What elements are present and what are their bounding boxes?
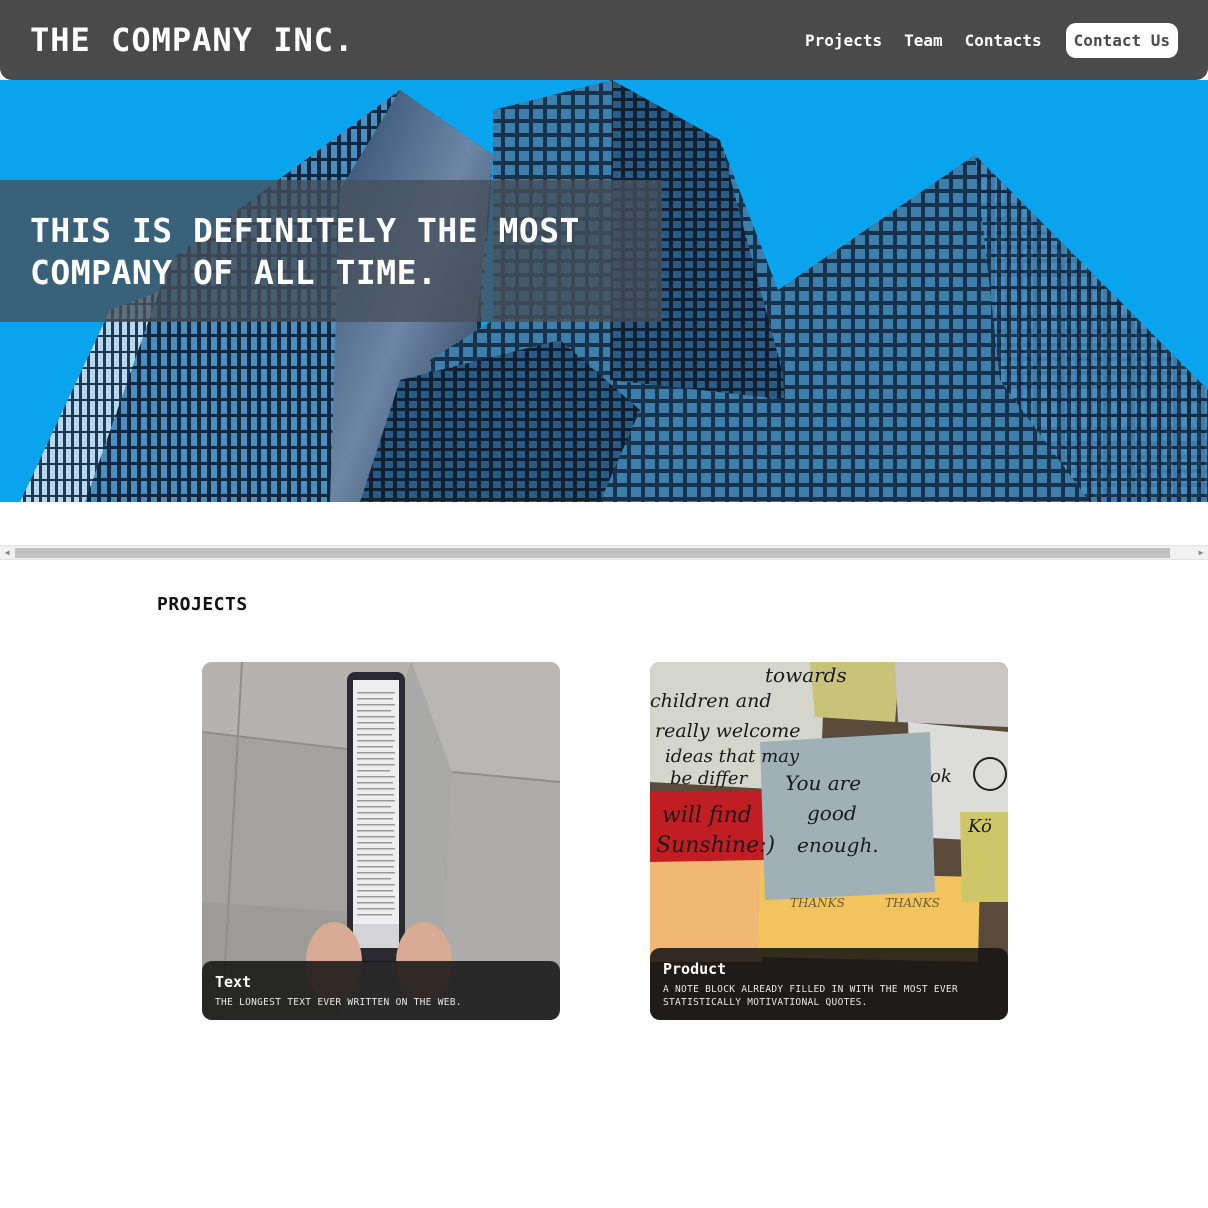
horizontal-scrollbar[interactable]: ◀ ▶ [0,545,1208,560]
note-text: You are [785,771,861,795]
projects-heading: PROJECTS [157,594,248,615]
hero-section: THIS IS DEFINITELY THE MOST COMPANY OF A… [0,80,1208,502]
nav-link-contacts[interactable]: Contacts [965,31,1042,50]
note-text: be differ [670,768,749,789]
site-logo[interactable]: THE COMPANY INC. [30,21,354,59]
hero-title-line-2: COMPANY OF ALL TIME. [30,253,438,292]
project-card-text[interactable]: Text The longest text ever written on th… [202,662,560,1020]
card-title: Product [663,960,727,978]
note-text: enough. [797,833,879,857]
project-card-product[interactable]: towards children and really welcome idea… [650,662,1008,1020]
note-text: towards [765,663,847,687]
hero-title: THIS IS DEFINITELY THE MOST COMPANY OF A… [30,210,662,294]
note-text: THANKS [790,896,845,910]
note-text: children and [650,690,772,712]
card-description: A note block already filled in with the … [663,984,958,1008]
scrollbar-thumb[interactable] [15,548,1170,558]
note-text: ok [930,766,952,787]
note-text: THANKS [885,896,940,910]
hero-banner: THIS IS DEFINITELY THE MOST COMPANY OF A… [0,180,662,322]
note-text: ideas that may [665,746,800,767]
card-caption: Text The longest text ever written on th… [202,961,560,1020]
note-text: really welcome [655,720,801,742]
nav-link-team[interactable]: Team [904,31,943,50]
note-text: Sunshine:) [656,833,775,858]
card-title: Text [215,973,252,991]
note-text: good [807,801,857,825]
card-description: The longest text ever written on the web… [215,997,462,1008]
contact-us-button[interactable]: Contact Us [1065,22,1178,58]
nav-link-projects[interactable]: Projects [805,31,882,50]
note-text: Kö [967,816,992,837]
scroll-right-arrow-icon[interactable]: ▶ [1194,547,1208,559]
card-caption: Product A note block already filled in w… [650,948,1008,1020]
note-text: will find [662,803,752,828]
main-nav: Projects Team Contacts Contact Us [805,22,1178,58]
site-header: THE COMPANY INC. Projects Team Contacts … [0,0,1208,80]
hero-title-line-1: THIS IS DEFINITELY THE MOST [30,211,580,250]
scroll-left-arrow-icon[interactable]: ◀ [0,547,14,559]
